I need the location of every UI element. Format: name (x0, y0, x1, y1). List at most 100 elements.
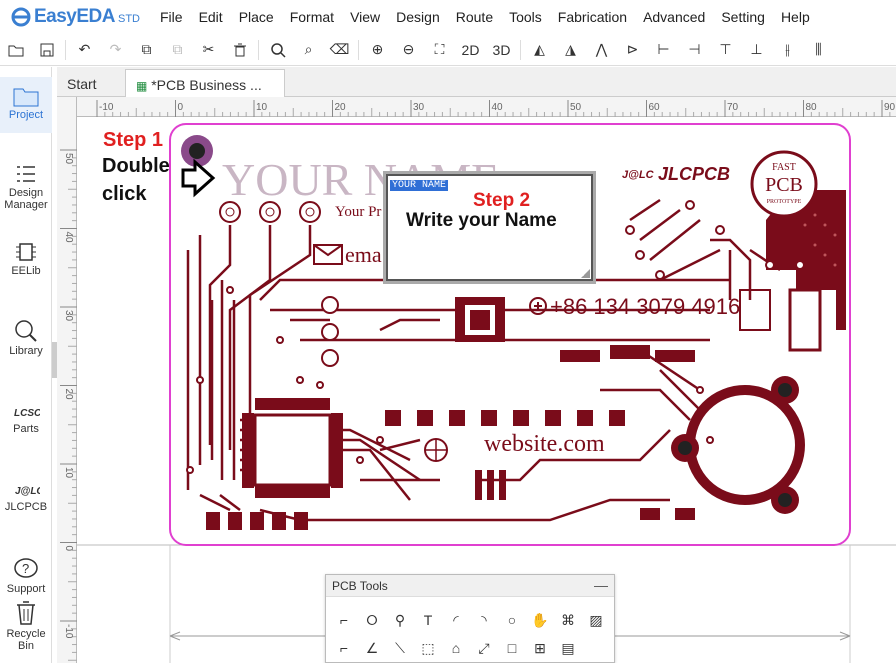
app-name: EasyEDA (34, 6, 116, 27)
sidebar-item-project[interactable]: Project (0, 77, 52, 133)
menu-setting[interactable]: Setting (713, 9, 773, 25)
pcb-brand-text: JLCPCB (658, 164, 730, 184)
toolbar-divider (258, 39, 259, 60)
menu-help[interactable]: Help (773, 9, 818, 25)
tab-start[interactable]: Start (57, 69, 125, 97)
rect-tool-icon[interactable]: □ (500, 637, 524, 659)
menu-design[interactable]: Design (388, 9, 448, 25)
track-tool-icon[interactable]: ⌐ (332, 609, 356, 631)
zoom-in-icon[interactable]: ⊕ (362, 37, 393, 63)
menu-advanced[interactable]: Advanced (635, 9, 713, 25)
view-3d-button[interactable]: 3D (486, 37, 517, 63)
badge-line1: FAST (772, 162, 796, 173)
svg-text:J@LC: J@LC (15, 486, 40, 497)
rotate-icon[interactable]: ⊳ (617, 37, 648, 63)
align-center-icon[interactable]: ⫲ (772, 37, 803, 63)
menu-edit[interactable]: Edit (191, 9, 231, 25)
sidebar-item-label: Support (6, 583, 46, 595)
badge-line2: PCB (765, 174, 803, 196)
pcb-profession-text[interactable]: Your Pr (335, 204, 381, 220)
align-left-icon[interactable]: ⊢ (648, 37, 679, 63)
sidebar-item-label: JLCPCB (4, 501, 48, 513)
ruler-top-label: 40 (492, 102, 504, 113)
arc-tool-icon[interactable]: ◜ (444, 609, 468, 631)
ruler-left-label: 20 (63, 389, 74, 401)
sidebar-item-design-manager[interactable]: Design Manager (0, 163, 52, 211)
badge-line3: PROTOTYPE (767, 199, 802, 205)
paste-icon[interactable]: ⧉ (162, 37, 193, 63)
text-tool-icon[interactable]: T (416, 609, 440, 631)
sidebar-item-eelib[interactable]: EELib (0, 241, 52, 277)
angle-tool-icon[interactable]: ∠ (360, 637, 384, 659)
trash-icon (17, 601, 35, 625)
sidebar-item-parts[interactable]: LCSC Parts (0, 403, 52, 435)
align-top-icon[interactable]: ⊤ (710, 37, 741, 63)
redo-icon[interactable]: ↷ (100, 37, 131, 63)
align-right-icon[interactable]: ⊣ (679, 37, 710, 63)
svg-text:?: ? (22, 561, 29, 576)
minimize-button[interactable]: — (594, 577, 608, 593)
pcb-brand-prefix: J@LC (622, 169, 655, 181)
sidebar-item-recycle-bin[interactable]: Recycle Bin (0, 600, 52, 652)
menu-route[interactable]: Route (448, 9, 501, 25)
cut-icon[interactable]: ✂ (193, 37, 224, 63)
search-icon[interactable] (262, 37, 293, 63)
pcb-website-text[interactable]: website.com (484, 431, 605, 457)
flip-horizontal-icon[interactable]: ◭ (524, 37, 555, 63)
image-tool-icon[interactable]: ▨ (584, 609, 608, 631)
menu-file[interactable]: File (152, 9, 191, 25)
menu-view[interactable]: View (342, 9, 388, 25)
copy-icon[interactable]: ⧉ (131, 37, 162, 63)
dimension-tool-icon[interactable]: ⤢ (472, 637, 496, 659)
ruler-top: -10 0 10 20 30 40 50 60 70 80 90 (57, 97, 896, 117)
ruler-left: 50 40 30 20 10 0 -10 (57, 97, 77, 663)
ruler-top-label: 70 (727, 102, 739, 113)
step1-title: Step 1 (103, 129, 164, 151)
svg-text:LCSC: LCSC (14, 408, 40, 419)
distribute-icon[interactable]: ⫼ (803, 37, 834, 63)
undo-icon[interactable]: ↶ (69, 37, 100, 63)
step2-text: Write your Name (406, 210, 557, 231)
document-tabs: Start ▦ *PCB Business ... (57, 67, 896, 97)
flip-vertical-icon[interactable]: ◮ (555, 37, 586, 63)
save-icon[interactable] (31, 37, 62, 63)
sidebar-item-label: Library (9, 345, 43, 357)
selected-name-text[interactable]: YOUR NAME (390, 180, 449, 191)
zoom-out-icon[interactable]: ⊖ (393, 37, 424, 63)
via-tool-icon[interactable]: ⚲ (388, 609, 412, 631)
connect-tool-icon[interactable]: ⌐ (332, 637, 356, 659)
component-tool-icon[interactable]: ⊞ (528, 637, 552, 659)
ruler-top-label: 30 (413, 102, 425, 113)
ruler-top-label: -10 (99, 102, 114, 113)
sidebar-item-jlcpcb[interactable]: J@LC JLCPCB (0, 481, 52, 513)
menu-fabrication[interactable]: Fabrication (550, 9, 635, 25)
sidebar-item-support[interactable]: ? Support (0, 557, 52, 595)
delete-icon[interactable] (224, 37, 255, 63)
menu-place[interactable]: Place (231, 9, 282, 25)
name-edit-textbox[interactable]: YOUR NAME Step 2 Write your Name (386, 174, 593, 281)
cross-tool-icon[interactable]: ⌘ (556, 609, 580, 631)
circle-tool-icon[interactable]: ○ (500, 609, 524, 631)
rect-dash-tool-icon[interactable]: ⬚ (416, 637, 440, 659)
find-list-icon[interactable]: ⌕ (293, 37, 324, 63)
sidebar-item-library[interactable]: Library (0, 319, 52, 357)
pcb-phone-text[interactable]: +86 134 3079 4916 (550, 294, 740, 319)
mirror-icon[interactable]: ⋀ (586, 37, 617, 63)
polygon-tool-icon[interactable]: ⌂ (444, 637, 468, 659)
menu-tools[interactable]: Tools (501, 9, 550, 25)
pcb-email-text[interactable]: ema (345, 242, 382, 267)
pad-tool-icon[interactable]: ⭘ (360, 609, 384, 631)
view-2d-button[interactable]: 2D (455, 37, 486, 63)
fit-view-icon[interactable]: ⛶ (424, 37, 455, 63)
erase-icon[interactable]: ⌫ (324, 37, 355, 63)
line-tool-icon[interactable]: ⟍ (388, 637, 412, 659)
tab-pcb-business[interactable]: ▦ *PCB Business ... (125, 69, 285, 97)
resize-grip-icon[interactable] (581, 269, 590, 278)
sidebar-item-label: Parts (13, 423, 39, 435)
arc2-tool-icon[interactable]: ◝ (472, 609, 496, 631)
hand-tool-icon[interactable]: ✋ (528, 609, 552, 631)
menu-format[interactable]: Format (282, 9, 342, 25)
copper-area-tool-icon[interactable]: ▤ (556, 637, 580, 659)
align-bottom-icon[interactable]: ⊥ (741, 37, 772, 63)
open-folder-icon[interactable] (0, 37, 31, 63)
